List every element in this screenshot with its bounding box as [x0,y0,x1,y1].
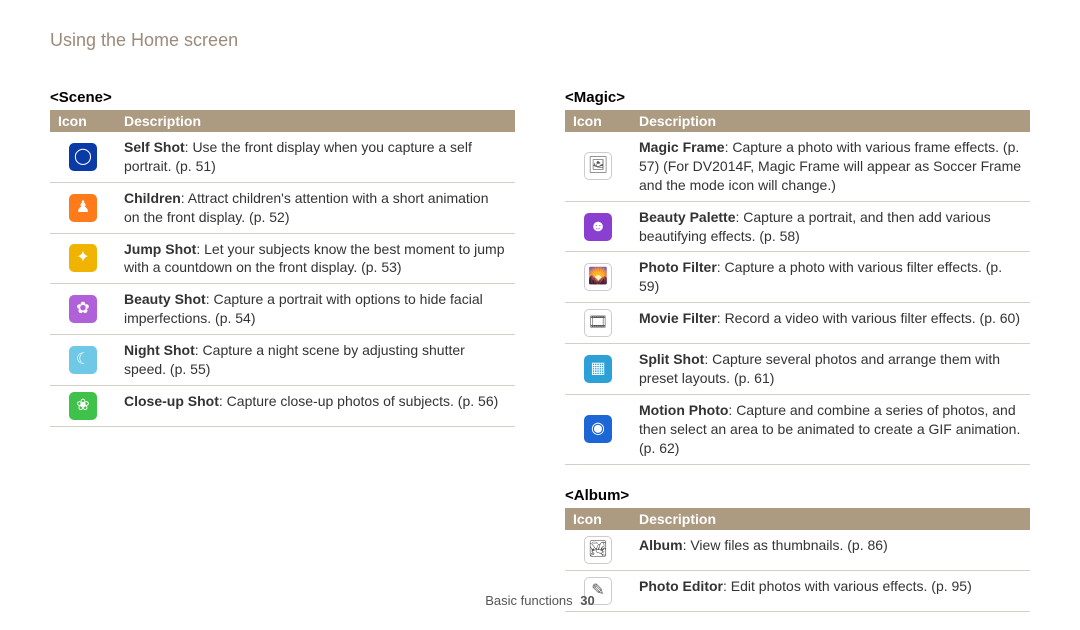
table-row: ☻ Beauty Palette: Capture a portrait, and… [565,201,1030,252]
description-cell: Close-up Shot: Capture close-up photos o… [116,385,515,426]
table-row: 🖼 Magic Frame: Capture a photo with vario… [565,132,1030,201]
row-title: Close-up Shot [124,393,219,409]
row-title: Photo Editor [639,578,723,594]
close-up-shot-icon: ❀ [69,392,97,420]
table-row: ✦ Jump Shot: Let your subjects know the b… [50,233,515,284]
row-title: Self Shot [124,139,185,155]
description-cell: Motion Photo: Capture and combine a seri… [631,395,1030,465]
icon-cell: ✿ [50,284,116,335]
motion-photo-icon: ◉ [584,415,612,443]
icon-cell: 🖼 [565,132,631,201]
table-row: ♟ Children: Attract children's attention … [50,182,515,233]
scene-table: Icon Description ◯ Self Shot: Use the fro… [50,110,515,427]
row-title: Movie Filter [639,310,717,326]
description-cell: Children: Attract children's attention w… [116,182,515,233]
description-cell: Self Shot: Use the front display when yo… [116,132,515,182]
header-icon: Icon [565,508,631,530]
table-row: ◉ Motion Photo: Capture and combine a ser… [565,395,1030,465]
left-column: <Scene> Icon Description ◯ Self Shot: Use… [50,77,515,612]
section-title-magic: <Magic> [565,89,1030,106]
icon-cell: 🌄 [565,252,631,303]
magic-frame-icon: 🖼 [584,152,612,180]
description-cell: Magic Frame: Capture a photo with variou… [631,132,1030,201]
scene-rows: ◯ Self Shot: Use the front display when y… [50,132,515,426]
row-title: Split Shot [639,351,704,367]
description-cell: Jump Shot: Let your subjects know the be… [116,233,515,284]
row-text: : Record a video with various filter eff… [717,310,1020,326]
content-columns: <Scene> Icon Description ◯ Self Shot: Use… [50,77,1030,612]
header-icon: Icon [50,110,116,132]
row-title: Magic Frame [639,139,725,155]
icon-cell: ♟ [50,182,116,233]
icon-cell: ◉ [565,395,631,465]
jump-shot-icon: ✦ [69,244,97,272]
row-title: Night Shot [124,342,195,358]
description-cell: Beauty Palette: Capture a portrait, and … [631,201,1030,252]
photo-filter-icon: 🌄 [584,263,612,291]
icon-cell: ❀ [50,385,116,426]
table-row: 🌄 Photo Filter: Capture a photo with vari… [565,252,1030,303]
page: Using the Home screen <Scene> Icon Descr… [0,0,1080,612]
beauty-palette-icon: ☻ [584,213,612,241]
section-title-album: <Album> [565,487,1030,504]
icon-cell: ◯ [50,132,116,182]
movie-filter-icon: 🎞 [584,309,612,337]
row-title: Motion Photo [639,402,728,418]
magic-rows: 🖼 Magic Frame: Capture a photo with vario… [565,132,1030,464]
icon-cell: ▦ [565,344,631,395]
table-header-row: Icon Description [565,508,1030,530]
row-title: Jump Shot [124,241,196,257]
footer-page-number: 30 [580,593,594,608]
description-cell: Beauty Shot: Capture a portrait with opt… [116,284,515,335]
row-title: Beauty Palette [639,209,735,225]
row-text: : Capture close-up photos of subjects. (… [219,393,498,409]
right-column: <Magic> Icon Description 🖼 Magic Frame: C… [565,77,1030,612]
table-header-row: Icon Description [565,110,1030,132]
beauty-shot-icon: ✿ [69,295,97,323]
section-title-scene: <Scene> [50,89,515,106]
self-shot-icon: ◯ [69,143,97,171]
description-cell: Night Shot: Capture a night scene by adj… [116,335,515,386]
page-heading: Using the Home screen [50,30,1030,51]
table-header-row: Icon Description [50,110,515,132]
description-cell: Movie Filter: Record a video with variou… [631,303,1030,344]
icon-cell: ☾ [50,335,116,386]
split-shot-icon: ▦ [584,355,612,383]
icon-cell: ✦ [50,233,116,284]
description-cell: Album: View files as thumbnails. (p. 86) [631,530,1030,571]
row-text: : View files as thumbnails. (p. 86) [683,537,888,553]
row-title: Album [639,537,683,553]
description-cell: Split Shot: Capture several photos and a… [631,344,1030,395]
icon-cell: 🏞 [565,530,631,571]
table-row: 🏞 Album: View files as thumbnails. (p. 86… [565,530,1030,571]
icon-cell: 🎞 [565,303,631,344]
icon-cell: ☻ [565,201,631,252]
page-footer: Basic functions 30 [0,593,1080,608]
header-icon: Icon [565,110,631,132]
header-description: Description [631,110,1030,132]
table-row: ✿ Beauty Shot: Capture a portrait with op… [50,284,515,335]
table-row: ◯ Self Shot: Use the front display when y… [50,132,515,182]
night-shot-icon: ☾ [69,346,97,374]
album-icon: 🏞 [584,536,612,564]
magic-table: Icon Description 🖼 Magic Frame: Capture a… [565,110,1030,465]
footer-section: Basic functions [485,593,572,608]
description-cell: Photo Filter: Capture a photo with vario… [631,252,1030,303]
row-text: : Edit photos with various effects. (p. … [723,578,972,594]
children-icon: ♟ [69,194,97,222]
table-row: ☾ Night Shot: Capture a night scene by ad… [50,335,515,386]
table-row: ▦ Split Shot: Capture several photos and … [565,344,1030,395]
row-title: Children [124,190,181,206]
row-title: Photo Filter [639,259,717,275]
table-row: ❀ Close-up Shot: Capture close-up photos … [50,385,515,426]
header-description: Description [116,110,515,132]
table-row: 🎞 Movie Filter: Record a video with vario… [565,303,1030,344]
row-title: Beauty Shot [124,291,206,307]
header-description: Description [631,508,1030,530]
